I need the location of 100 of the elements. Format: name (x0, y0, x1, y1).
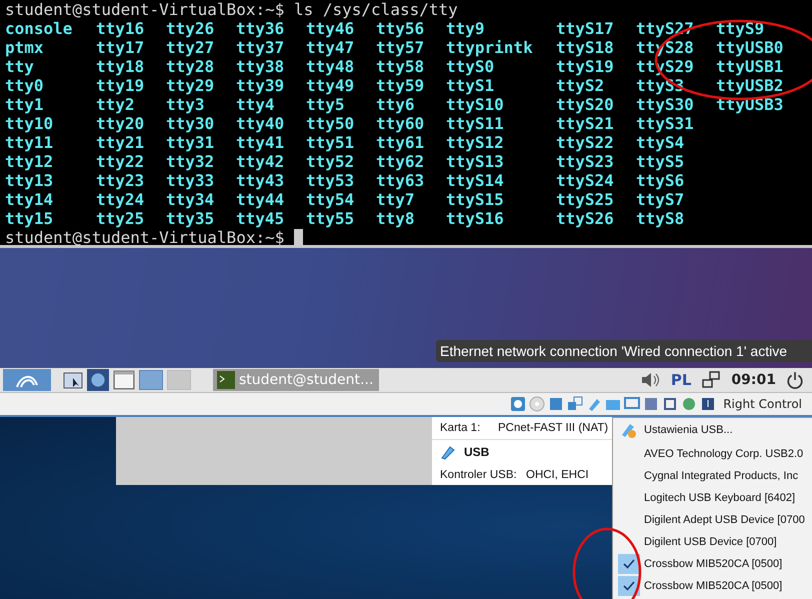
tty-device-name: tty3 (166, 95, 205, 114)
usb-settings-icon (620, 421, 638, 439)
tty-device-name: ttyS14 (446, 171, 504, 190)
tty-device-name: ttyS16 (446, 209, 504, 228)
tty-device-name: tty52 (306, 152, 354, 171)
tty-device-name: tty63 (376, 171, 424, 190)
menu-item[interactable]: Crossbow MIB520CA [0500] (613, 575, 812, 597)
tty-device-name: tty12 (5, 152, 54, 171)
tty-device-name: tty27 (166, 38, 214, 57)
optical-disc-icon[interactable] (529, 396, 546, 412)
tty-device-name: tty30 (166, 114, 214, 133)
tty-device-name: tty62 (376, 152, 424, 171)
menu-item[interactable]: Digilent USB Device [0700] (613, 531, 812, 553)
tty-device-name: ttyS15 (446, 190, 504, 209)
tty-device-name: ttyS9 (716, 19, 764, 38)
tty-device-name: tty44 (236, 190, 284, 209)
keyboard-layout-indicator[interactable]: PL (670, 371, 692, 389)
tty-device-name: tty51 (306, 133, 354, 152)
tty-device-name: ttyS26 (556, 209, 614, 228)
tty-device-name: tty26 (166, 19, 214, 38)
tty-device-name: ttyS22 (556, 133, 614, 152)
tty-device-name: ttyUSB2 (716, 76, 784, 95)
menu-item[interactable]: Digilent Adept USB Device [0700 (613, 509, 812, 531)
tty-device-name: tty22 (96, 152, 144, 171)
clock[interactable]: 09:01 (731, 372, 776, 388)
tty-device-name: tty5 (306, 95, 345, 114)
tty-device-name: tty40 (236, 114, 284, 133)
terminal-prompt: student@student-VirtualBox:~$ (5, 228, 284, 247)
tty-device-name: tty8 (376, 209, 415, 228)
tty-device-name: tty23 (96, 171, 144, 190)
usb-icon[interactable] (586, 396, 602, 412)
tty-device-name: ttyS25 (556, 190, 614, 209)
terminal-command: student@student-VirtualBox:~$ ls /sys/class/tty (5, 0, 458, 19)
tty-device-name: tty34 (166, 190, 214, 209)
tty-device-name: tty7 (376, 190, 415, 209)
tty-device-name: ttyUSB0 (716, 38, 784, 57)
menu-item[interactable]: Cygnal Integrated Products, Inc (613, 465, 812, 487)
tty-device-name: tty9 (446, 19, 485, 38)
host-key-label: Right Control (723, 397, 802, 411)
tty-device-name: tty10 (5, 114, 54, 133)
tty-device-name: tty2 (96, 95, 135, 114)
tty-device-name: tty25 (96, 209, 144, 228)
workspace-switcher[interactable] (139, 370, 163, 390)
tty-device-name: ttyS11 (446, 114, 504, 133)
tty-device-name: tty48 (306, 57, 354, 76)
tty-device-name: tty0 (5, 76, 44, 95)
tty-device-name: tty38 (236, 57, 284, 76)
tty-device-name: ttyS0 (446, 57, 494, 76)
tty-device-name: ttyS30 (636, 95, 694, 114)
menu-item[interactable]: Crossbow MIB520CA [0500] (613, 553, 812, 575)
tty-device-name: ttyS21 (556, 114, 614, 133)
check-icon (622, 559, 634, 569)
tty-device-name: tty32 (166, 152, 214, 171)
tty-device-name: tty20 (96, 114, 144, 133)
tty-device-name: tty60 (376, 114, 424, 133)
tty-device-name: ttyS24 (556, 171, 614, 190)
tty-device-name: tty54 (306, 190, 354, 209)
menu-item[interactable]: Logitech USB Keyboard [6402] (613, 487, 812, 509)
tty-device-name: tty16 (96, 19, 144, 38)
network-icon[interactable] (701, 371, 722, 389)
tty-device-name: tty42 (236, 152, 284, 171)
tty-device-name: ttyS18 (556, 38, 614, 57)
checked-indicator[interactable] (618, 554, 640, 574)
tty-device-name: tty46 (306, 19, 354, 38)
tty-device-name: tty39 (236, 76, 284, 95)
tty-device-name: tty53 (306, 171, 354, 190)
checked-indicator[interactable] (618, 576, 640, 596)
tty-device-name: tty21 (96, 133, 144, 152)
tty-device-name: tty6 (376, 95, 415, 114)
tty-device-name: tty28 (166, 57, 214, 76)
tty-device-name: tty36 (236, 19, 284, 38)
menu-item[interactable]: AVEO Technology Corp. USB2.0 (613, 443, 812, 465)
tty-device-name: ttyprintk (446, 38, 533, 57)
tty-device-name: tty17 (96, 38, 144, 57)
tty-device-name: ttyUSB1 (716, 57, 784, 76)
start-menu-button[interactable] (3, 369, 51, 391)
tty-device-name: tty4 (236, 95, 275, 114)
tty-device-name: ttyS8 (636, 209, 684, 228)
menu-item[interactable]: Ustawienia USB... (613, 419, 812, 441)
section-heading: USB (464, 445, 490, 459)
tty-device-name: ttyS4 (636, 133, 684, 152)
tty-device-name: tty31 (166, 133, 214, 152)
tty-device-name: ttyS6 (636, 171, 684, 190)
window-icon[interactable] (113, 369, 135, 391)
tty-device-name: tty (5, 57, 34, 76)
detail-label: Kontroler USB: (440, 469, 518, 481)
tty-device-name: tty19 (96, 76, 144, 95)
tty-device-name: ptmx (5, 38, 44, 57)
display-icon[interactable] (624, 396, 640, 412)
workspace-switcher[interactable] (167, 370, 191, 390)
tty-device-name: ttyS5 (636, 152, 684, 171)
tty-device-name: tty59 (376, 76, 424, 95)
detail-value: PCnet-FAST III (NAT) (498, 422, 608, 434)
tty-device-name: tty18 (96, 57, 144, 76)
tty-device-name: tty49 (306, 76, 354, 95)
tty-device-name: tty58 (376, 57, 424, 76)
tty-device-name: ttyS13 (446, 152, 504, 171)
power-icon[interactable] (786, 371, 804, 389)
file-manager-icon[interactable] (63, 370, 83, 390)
network-adapter-icon[interactable] (567, 396, 584, 412)
